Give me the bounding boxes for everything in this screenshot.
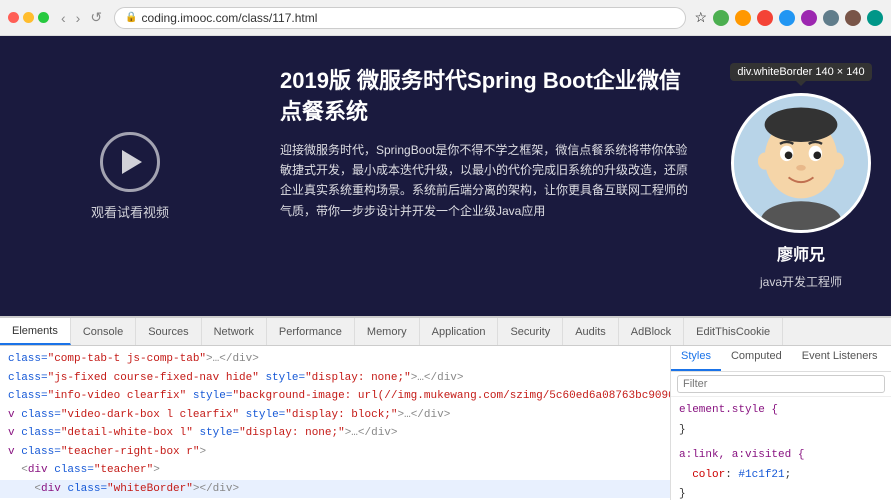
forward-button[interactable]: › xyxy=(72,7,85,28)
webpage-preview: 观看试看视频 2019版 微服务时代Spring Boot企业微信点餐系统 迎接… xyxy=(0,36,891,316)
styles-tab-styles[interactable]: Styles xyxy=(671,346,721,371)
tab-sources[interactable]: Sources xyxy=(136,318,201,345)
extension-icon-8[interactable] xyxy=(867,10,883,26)
course-title: 2019版 微服务时代Spring Boot企业微信点餐系统 xyxy=(280,66,691,128)
styles-tabs: Styles Computed Event Listeners xyxy=(671,346,891,372)
refresh-button[interactable]: ↺ xyxy=(86,7,106,28)
style-selector: element.style { xyxy=(679,401,883,421)
teacher-name: 廖师兄 xyxy=(777,241,825,265)
element-tooltip: div.whiteBorder 140 × 140 xyxy=(730,63,871,81)
html-line-selected: <div class="whiteBorder"></div> xyxy=(0,480,670,499)
star-icon[interactable]: ☆ xyxy=(694,9,707,26)
style-block-1: a:link, a:visited { color: #1c1f21; } xyxy=(679,446,883,500)
html-line: class="info-video clearfix" style="backg… xyxy=(0,387,670,406)
toolbar-icons: ☆ xyxy=(694,9,883,26)
extension-icon-2[interactable] xyxy=(735,10,751,26)
tab-security[interactable]: Security xyxy=(498,318,563,345)
avatar xyxy=(731,93,871,233)
tab-console[interactable]: Console xyxy=(71,318,136,345)
lock-icon: 🔒 xyxy=(125,12,137,23)
extension-icon-6[interactable] xyxy=(823,10,839,26)
html-line: v class="teacher-right-box r"> xyxy=(0,443,670,462)
play-button[interactable] xyxy=(100,132,160,192)
extension-icon-5[interactable] xyxy=(801,10,817,26)
styles-content: element.style { } a:link, a:visited { co… xyxy=(671,397,891,500)
html-line: class="comp-tab-t js-comp-tab">…</div> xyxy=(0,350,670,369)
course-info: 2019版 微服务时代Spring Boot企业微信点餐系统 迎接微服务时代，S… xyxy=(260,36,711,316)
tab-memory[interactable]: Memory xyxy=(355,318,420,345)
close-button[interactable] xyxy=(8,12,19,23)
tab-performance[interactable]: Performance xyxy=(267,318,355,345)
address-bar[interactable]: 🔒 coding.imooc.com/class/117.html xyxy=(114,7,686,29)
course-description: 迎接微服务时代，SpringBoot是你不得不学之框架，微信点餐系统将带你体验敏… xyxy=(280,140,691,222)
extension-icon-1[interactable] xyxy=(713,10,729,26)
html-panel[interactable]: class="comp-tab-t js-comp-tab">…</div> c… xyxy=(0,346,671,500)
extension-icon-3[interactable] xyxy=(757,10,773,26)
url-text: coding.imooc.com/class/117.html xyxy=(142,11,318,25)
maximize-button[interactable] xyxy=(38,12,49,23)
back-button[interactable]: ‹ xyxy=(57,7,70,28)
extension-icon-7[interactable] xyxy=(845,10,861,26)
avatar-image xyxy=(734,93,868,233)
watch-video-label: 观看试看视频 xyxy=(91,202,169,221)
style-block-element: element.style { } xyxy=(679,401,883,440)
browser-chrome: ‹ › ↺ 🔒 coding.imooc.com/class/117.html … xyxy=(0,0,891,36)
html-line: v class="detail-white-box l" style="disp… xyxy=(0,424,670,443)
tab-network[interactable]: Network xyxy=(202,318,267,345)
tab-application[interactable]: Application xyxy=(420,318,499,345)
style-close: } xyxy=(679,485,883,500)
tab-audits[interactable]: Audits xyxy=(563,318,619,345)
play-triangle-icon xyxy=(122,150,142,174)
tab-adblock[interactable]: AdBlock xyxy=(619,318,684,345)
devtools-body: class="comp-tab-t js-comp-tab">…</div> c… xyxy=(0,346,891,500)
video-preview-area: 观看试看视频 xyxy=(0,36,260,316)
extension-icon-4[interactable] xyxy=(779,10,795,26)
traffic-lights xyxy=(8,12,49,23)
teacher-title: java开发工程师 xyxy=(760,273,842,290)
filter-input[interactable] xyxy=(677,375,885,393)
html-line: class="js-fixed course-fixed-nav hide" s… xyxy=(0,369,670,388)
devtools-panel: Elements Console Sources Network Perform… xyxy=(0,316,891,500)
styles-tab-computed[interactable]: Computed xyxy=(721,346,792,371)
style-close: } xyxy=(679,421,883,441)
nav-arrows: ‹ › ↺ xyxy=(57,7,106,28)
teacher-info: div.whiteBorder 140 × 140 xyxy=(711,36,891,316)
styles-filter xyxy=(671,372,891,397)
html-line: <div class="teacher"> xyxy=(0,461,670,480)
minimize-button[interactable] xyxy=(23,12,34,23)
devtools-tabs: Elements Console Sources Network Perform… xyxy=(0,318,891,346)
styles-panel: Styles Computed Event Listeners element.… xyxy=(671,346,891,500)
style-selector: a:link, a:visited { xyxy=(679,446,883,466)
tab-elements[interactable]: Elements xyxy=(0,318,71,345)
styles-tab-event-listeners[interactable]: Event Listeners xyxy=(792,346,888,371)
style-prop-1: color: #1c1f21; xyxy=(679,466,883,486)
html-line: v class="video-dark-box l clearfix" styl… xyxy=(0,406,670,425)
tab-editthiscookie[interactable]: EditThisCookie xyxy=(684,318,783,345)
